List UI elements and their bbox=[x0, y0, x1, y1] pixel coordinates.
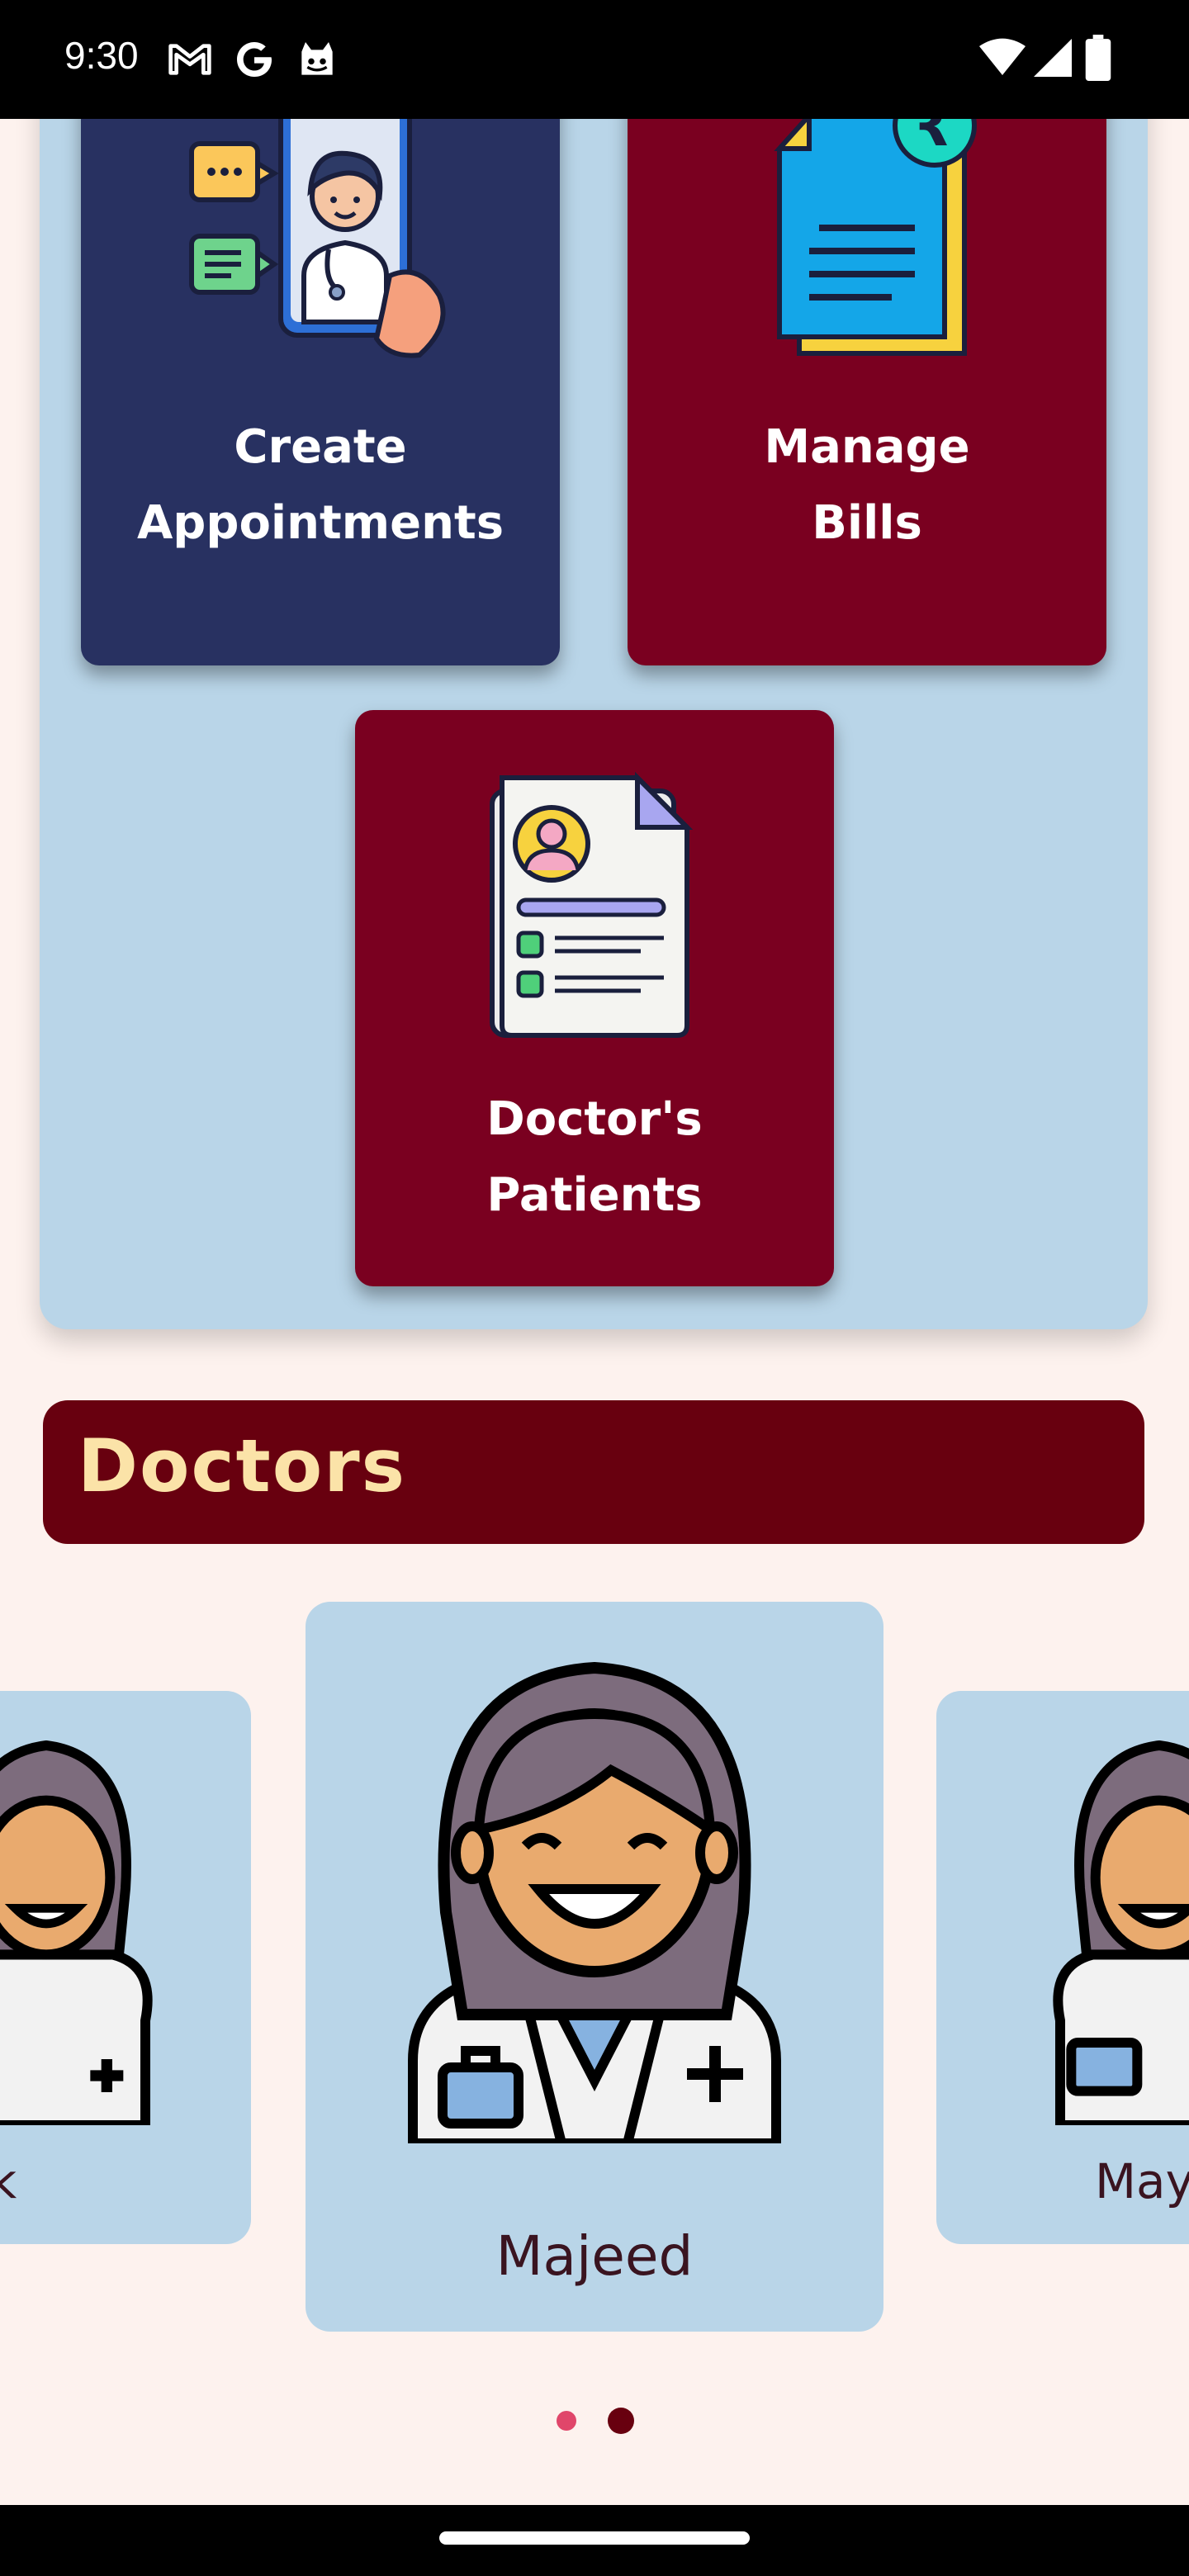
status-time: 9:30 bbox=[64, 34, 139, 77]
battery-icon bbox=[1085, 35, 1111, 81]
app-screen: 9:30 Create Appointments ₹ Manage Bills … bbox=[0, 0, 1189, 2576]
google-icon bbox=[237, 42, 272, 77]
doctor-card-previous[interactable]: yank bbox=[0, 1691, 251, 2244]
manage-bills-label: Manage Bills bbox=[764, 420, 970, 550]
doctor-phone-icon bbox=[189, 85, 446, 358]
create-appointments-label: Create Appointments bbox=[136, 420, 504, 550]
dashboard-panel: Create Appointments ₹ Manage Bills Docto… bbox=[40, 66, 1148, 1329]
doctor-name-current: Majeed bbox=[495, 2224, 694, 2288]
doctor-avatar-icon bbox=[0, 1740, 153, 2125]
home-gesture-handle[interactable] bbox=[439, 2531, 750, 2545]
create-appointments-tile[interactable]: Create Appointments bbox=[81, 66, 560, 665]
doctor-card-current[interactable]: Majeed bbox=[306, 1602, 883, 2332]
doctors-title: Doctors bbox=[78, 1423, 406, 1508]
doctor-avatar-icon bbox=[408, 1661, 781, 2143]
carousel-pager bbox=[0, 2404, 1189, 2437]
status-bar: 9:30 bbox=[0, 0, 1189, 119]
pager-dot-1[interactable] bbox=[557, 2411, 576, 2431]
doctor-name-next: May bbox=[1095, 2153, 1189, 2209]
signal-icon bbox=[1034, 39, 1072, 77]
doctor-card-next[interactable]: May bbox=[936, 1691, 1189, 2244]
doctor-name-previous: yank bbox=[0, 2153, 17, 2209]
manage-bills-tile[interactable]: ₹ Manage Bills bbox=[628, 66, 1106, 665]
cat-icon bbox=[301, 42, 333, 75]
wifi-icon bbox=[979, 38, 1026, 75]
doctor-avatar-icon bbox=[1053, 1740, 1189, 2125]
rupee-bill-icon: ₹ bbox=[774, 83, 977, 356]
gmail-icon bbox=[168, 44, 211, 75]
doctors-patients-tile[interactable]: Doctor's Patients bbox=[355, 710, 834, 1286]
pager-dot-2-active[interactable] bbox=[608, 2408, 634, 2434]
doctors-patients-label: Doctor's Patients bbox=[486, 1092, 703, 1222]
patient-record-icon bbox=[490, 771, 694, 1038]
system-nav-bar bbox=[0, 2505, 1189, 2576]
doctors-section-header: Doctors bbox=[43, 1400, 1144, 1544]
